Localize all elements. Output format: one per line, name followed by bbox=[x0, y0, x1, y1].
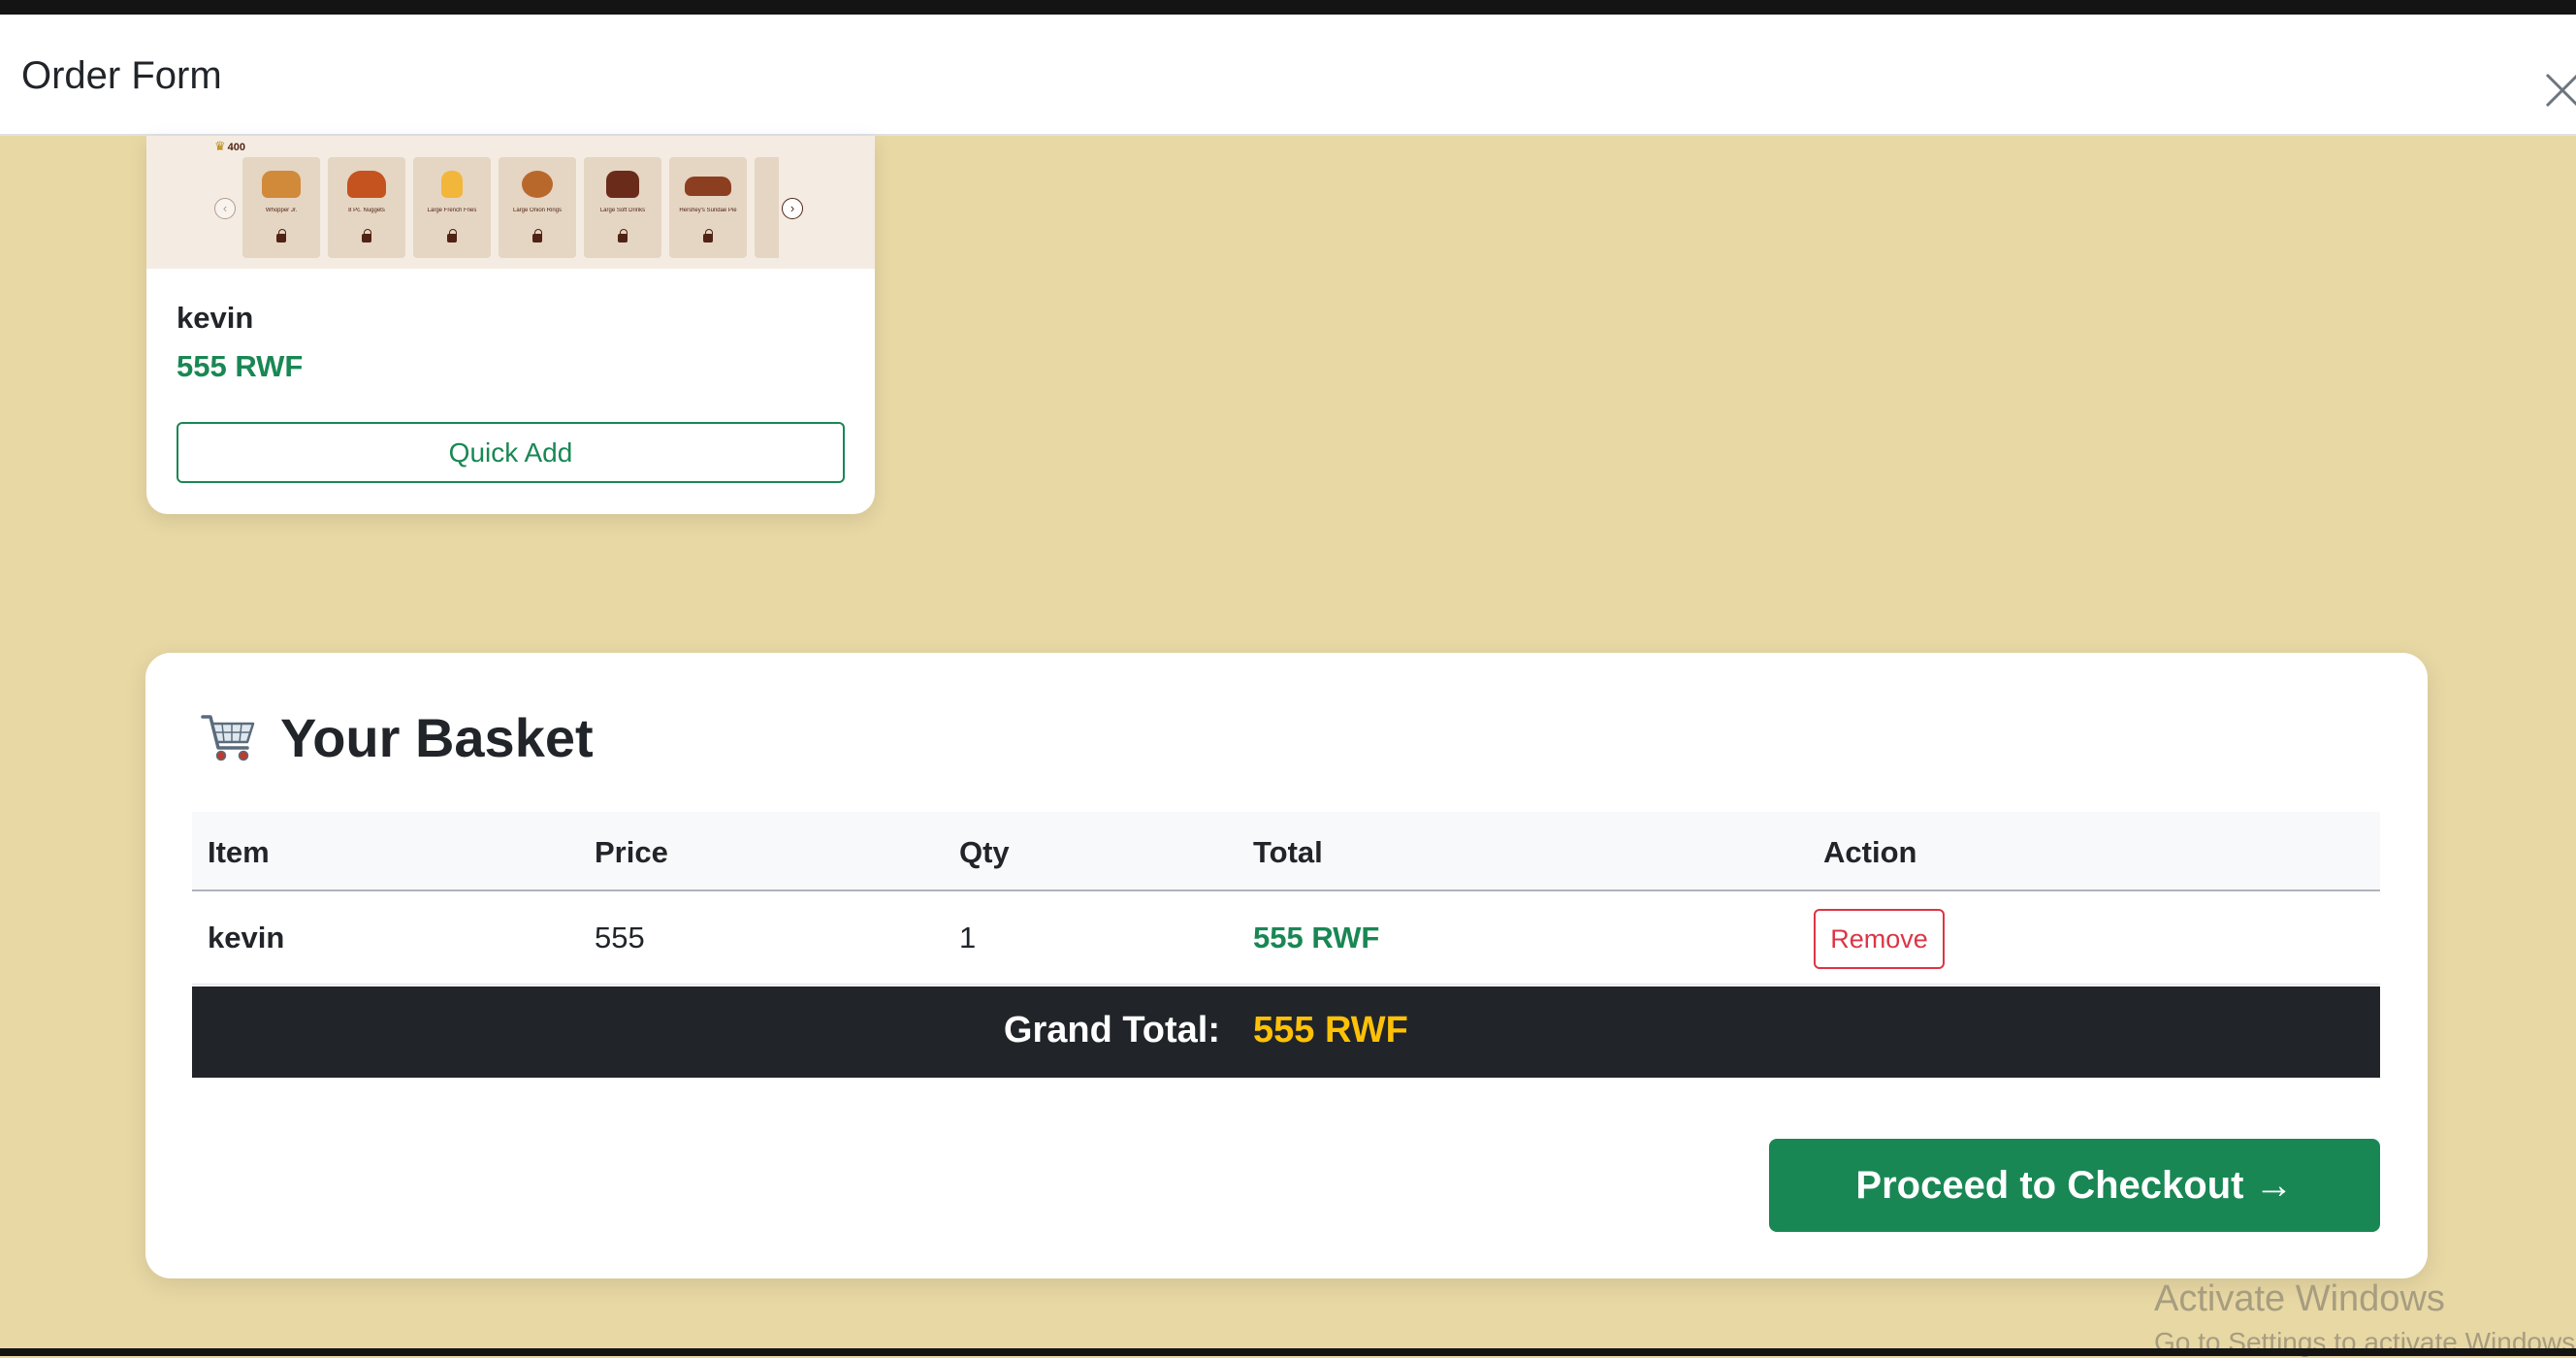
grand-total-row: Grand Total: 555 RWF bbox=[192, 986, 2380, 1078]
modal-header: Order Form bbox=[0, 15, 2576, 136]
basket-title: Your Basket bbox=[199, 703, 594, 771]
promo-tile-label: Hershey's Sundae Pie bbox=[679, 208, 737, 213]
modal-title: Order Form bbox=[21, 54, 222, 97]
row-total: 555 RWF bbox=[1253, 921, 1380, 954]
row-item-name: kevin bbox=[208, 921, 285, 954]
close-button[interactable] bbox=[2541, 61, 2576, 119]
shopping-cart-icon bbox=[201, 715, 255, 761]
lock-icon bbox=[276, 229, 286, 242]
promo-tile: Large Onion Rings bbox=[499, 157, 576, 258]
lock-icon bbox=[447, 229, 457, 242]
onion-rings-icon bbox=[522, 171, 553, 198]
row-qty: 1 bbox=[959, 921, 977, 954]
promo-tile-label: Whopper Jr. bbox=[265, 208, 298, 213]
promo-tile-label: Large Soft Drinks bbox=[599, 208, 646, 213]
lock-icon bbox=[618, 229, 628, 242]
promo-tile: Whopper Jr. bbox=[242, 157, 320, 258]
proceed-to-checkout-button[interactable]: Proceed to Checkout → bbox=[1769, 1139, 2380, 1232]
table-row: kevin 555 1 555 RWF Remove bbox=[192, 891, 2380, 985]
promo-prev-icon: ‹ bbox=[214, 198, 236, 219]
product-price: 555 RWF bbox=[177, 349, 304, 383]
basket-title-text: Your Basket bbox=[280, 706, 594, 768]
promo-tile: 8 Pc. Nuggets bbox=[328, 157, 405, 258]
product-name: kevin bbox=[177, 301, 254, 335]
promo-tiles: Whopper Jr. 8 Pc. Nuggets Large French F… bbox=[242, 157, 779, 258]
product-image: ♛ 400 ‹ Whopper Jr. 8 Pc. Nuggets Large F… bbox=[146, 136, 875, 269]
window-top-strip bbox=[0, 0, 2576, 15]
grand-total-value: 555 RWF bbox=[1253, 1010, 1408, 1051]
promo-tile bbox=[755, 157, 779, 258]
pie-icon bbox=[685, 177, 731, 196]
promo-tile-label: 8 Pc. Nuggets bbox=[348, 208, 385, 213]
nuggets-icon bbox=[347, 171, 386, 198]
promo-points: ♛ 400 bbox=[214, 139, 246, 153]
row-price: 555 bbox=[595, 921, 645, 954]
quick-add-button[interactable]: Quick Add bbox=[177, 422, 845, 483]
column-header-price: Price bbox=[595, 835, 668, 869]
promo-next-icon: › bbox=[782, 198, 803, 219]
close-icon bbox=[2545, 73, 2576, 108]
promo-tile-label: Large Onion Rings bbox=[512, 208, 563, 213]
promo-tile: Hershey's Sundae Pie bbox=[669, 157, 747, 258]
lock-icon bbox=[703, 229, 713, 242]
burger-icon bbox=[262, 171, 301, 198]
promo-tile-label: Large French Fries bbox=[427, 208, 477, 213]
lock-icon bbox=[362, 229, 371, 242]
activate-windows-title: Activate Windows bbox=[2154, 1278, 2445, 1319]
column-header-action: Action bbox=[1823, 835, 1917, 869]
remove-button[interactable]: Remove bbox=[1814, 909, 1945, 969]
table-header: Item Price Qty Total Action bbox=[192, 812, 2380, 891]
grand-total-label: Grand Total: bbox=[1003, 1010, 1220, 1051]
drinks-icon bbox=[606, 171, 639, 198]
column-header-item: Item bbox=[208, 835, 270, 869]
column-header-qty: Qty bbox=[959, 835, 1010, 869]
promo-tile: Large French Fries bbox=[413, 157, 491, 258]
fries-icon bbox=[441, 171, 463, 198]
window-bottom-strip bbox=[0, 1348, 2576, 1356]
basket-panel: Your Basket Item Price Qty Total Action … bbox=[145, 653, 2428, 1278]
lock-icon bbox=[532, 229, 542, 242]
promo-tile: Large Soft Drinks bbox=[584, 157, 661, 258]
product-card: ♛ 400 ‹ Whopper Jr. 8 Pc. Nuggets Large F… bbox=[146, 136, 875, 514]
column-header-total: Total bbox=[1253, 835, 1323, 869]
